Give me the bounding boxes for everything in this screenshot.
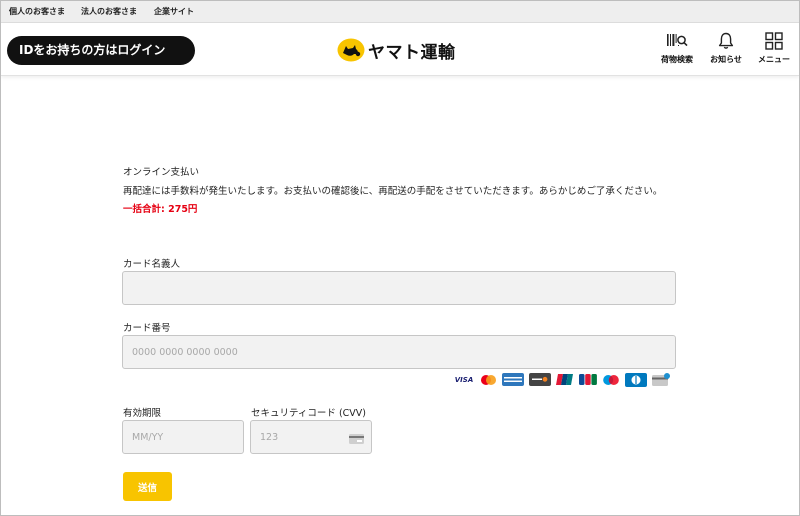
link-personal[interactable]: 個人のお客さま [9,6,65,17]
generic-card-icon [652,372,670,386]
page-frame: 個人のお客さま 法人のお客さま 企業サイト IDをお持ちの方はログイン ヤマト運… [0,0,800,516]
bell-icon [718,32,734,49]
link-business[interactable]: 法人のお客さま [81,6,137,17]
maestro-icon [603,374,619,385]
site-header: IDをお持ちの方はログイン ヤマト運輸 荷物検索 お知らせ メニュー [1,23,799,76]
card-number-label: カード番号 [123,323,171,334]
unionpay-icon [556,374,573,385]
barcode-search-icon [667,34,688,47]
jcb-icon [579,374,597,385]
amex-icon [502,373,524,386]
submit-button[interactable]: 送信 [123,472,172,501]
black-cat-logo-icon [337,38,365,62]
link-corporate[interactable]: 企業サイト [154,6,194,17]
cvv-card-icon [349,434,364,444]
visa-text: VISA [454,375,474,384]
payment-info: オンライン支払い 再配達には手数料が発生いたします。お支払いの確認後に、再配送の… [123,166,679,217]
expiry-label: 有効期限 [123,408,162,419]
grid-menu-icon [765,32,783,50]
payment-description: 再配達には手数料が発生いたします。お支払いの確認後に、再配送の手配をさせていただ… [123,186,663,197]
yamato-logo[interactable]: ヤマト運輸 [337,37,456,63]
notifications-button[interactable]: お知らせ [700,31,752,65]
login-button[interactable]: IDをお持ちの方はログイン [7,36,195,65]
top-utility-bar: 個人のお客さま 法人のお客さま 企業サイト [1,1,799,23]
card-brands: VISA [453,372,670,387]
package-search-label: 荷物検索 [661,55,693,64]
total-amount: 一括合計: 275円 [123,204,198,215]
mastercard-icon [481,374,496,385]
logo-text: ヤマト運輸 [368,42,456,63]
discover-icon [529,373,551,386]
card-name-label: カード名義人 [123,259,181,270]
diners-club-icon [625,372,647,387]
section-title: オンライン支払い [123,167,200,178]
visa-icon: VISA [453,373,475,386]
expiry-input[interactable] [122,420,244,454]
notifications-label: お知らせ [710,55,742,64]
cvv-label: セキュリティコード (CVV) [251,408,366,419]
package-search-button[interactable]: 荷物検索 [651,31,703,65]
card-number-input[interactable] [122,335,676,369]
card-name-input[interactable] [122,271,676,305]
menu-label: メニュー [758,55,790,64]
menu-button[interactable]: メニュー [748,31,799,65]
